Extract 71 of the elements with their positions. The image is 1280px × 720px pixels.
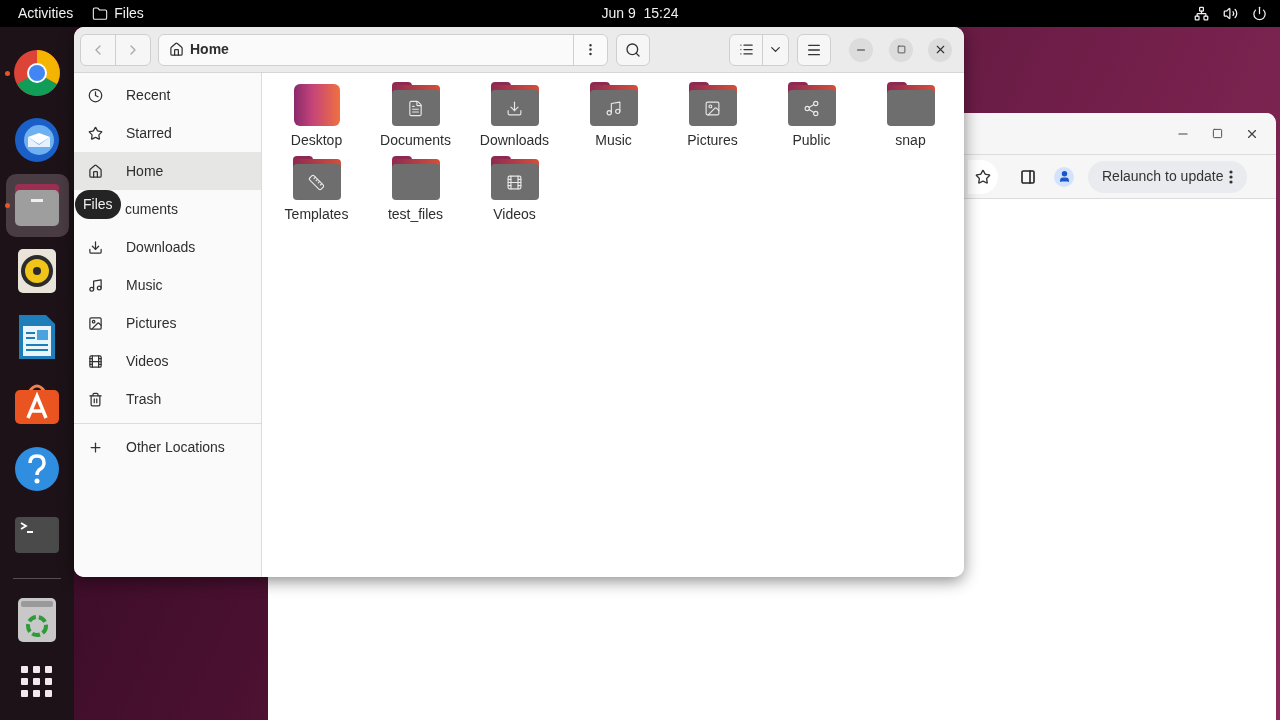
sidebar-item[interactable]: Trash xyxy=(74,380,261,418)
folder-icon xyxy=(886,82,935,126)
activities-button[interactable]: Activities xyxy=(18,3,74,24)
music-note-icon xyxy=(88,277,103,293)
bird-mail-icon[interactable] xyxy=(13,115,61,163)
file-cabinet-icon[interactable] xyxy=(14,184,60,226)
star-icon[interactable] xyxy=(975,168,991,185)
path-segment[interactable]: Home xyxy=(190,39,229,60)
search-icon xyxy=(625,41,641,58)
image-folder-icon xyxy=(688,82,737,126)
speaker-icon[interactable] xyxy=(18,249,56,293)
app-menu[interactable]: Files xyxy=(114,3,144,24)
sidebar-item[interactable]: Downloads xyxy=(74,228,261,266)
maximize-button[interactable] xyxy=(889,37,913,62)
sidebar-item[interactable]: Home xyxy=(74,152,261,190)
volume-icon[interactable] xyxy=(1223,6,1238,21)
template-folder-icon xyxy=(292,156,341,200)
folder-icon xyxy=(391,156,440,200)
sidebar-item[interactable]: Videos xyxy=(74,342,261,380)
terminal-icon[interactable] xyxy=(15,517,59,553)
sidebar-item[interactable]: Music xyxy=(74,266,261,304)
trash-icon xyxy=(88,391,103,407)
maximize-icon xyxy=(896,45,906,54)
menu-button[interactable] xyxy=(797,33,831,66)
network-icon[interactable] xyxy=(1194,6,1209,21)
folder-label[interactable]: Videos xyxy=(493,204,536,224)
star-icon xyxy=(88,125,103,141)
minimize-button[interactable] xyxy=(849,37,873,62)
folder-icon xyxy=(92,5,109,22)
download-folder-icon xyxy=(490,82,539,126)
home-icon xyxy=(88,163,103,179)
folder-label[interactable]: snap xyxy=(895,130,926,150)
power-icon[interactable] xyxy=(1252,6,1267,21)
clock-icon xyxy=(88,87,103,103)
folder-label[interactable]: Public xyxy=(792,130,831,150)
folder-label[interactable]: Downloads xyxy=(479,130,550,150)
side-panel-icon[interactable] xyxy=(1020,168,1036,185)
sidebar-item[interactable]: Other Locations xyxy=(74,428,261,466)
home-icon xyxy=(169,42,184,57)
help-icon[interactable] xyxy=(14,446,60,492)
folder-label[interactable]: test_files xyxy=(387,204,444,224)
document-folder-icon xyxy=(391,82,440,126)
sidebar-item[interactable]: Starred xyxy=(74,114,261,152)
browser-icon[interactable] xyxy=(13,49,61,97)
folder-label[interactable]: Documents xyxy=(380,130,451,150)
sidebar-item[interactable]: Pictures xyxy=(74,304,261,342)
music-folder-icon xyxy=(589,82,638,126)
film-folder-icon xyxy=(490,156,539,200)
app-grid-icon[interactable] xyxy=(21,666,53,698)
clock[interactable]: Jun 9 15:24 xyxy=(601,3,679,24)
download-icon xyxy=(88,239,103,255)
list-icon xyxy=(738,42,754,57)
profile-icon[interactable] xyxy=(1054,166,1074,187)
document-icon[interactable] xyxy=(18,314,56,360)
maximize-icon[interactable] xyxy=(1212,128,1223,139)
folder-label[interactable]: Templates xyxy=(284,204,349,224)
sidebar-item[interactable]: cuments xyxy=(125,190,261,228)
sidebar-item[interactable]: Recent xyxy=(74,76,261,114)
update-button[interactable]: Relaunch to update xyxy=(1088,160,1248,193)
image-icon xyxy=(88,315,103,331)
plus-icon xyxy=(88,439,103,455)
film-icon xyxy=(88,353,103,369)
dock-item[interactable] xyxy=(5,173,69,237)
more-icon xyxy=(1229,169,1234,184)
share-folder-icon xyxy=(787,82,836,126)
desktop-folder-icon xyxy=(293,84,340,126)
folder-label[interactable]: Desktop xyxy=(290,130,343,150)
folder-label[interactable]: Music xyxy=(595,130,632,150)
folder-label[interactable]: Pictures xyxy=(687,130,738,150)
search-button[interactable] xyxy=(616,33,650,66)
close-button[interactable] xyxy=(928,37,952,62)
